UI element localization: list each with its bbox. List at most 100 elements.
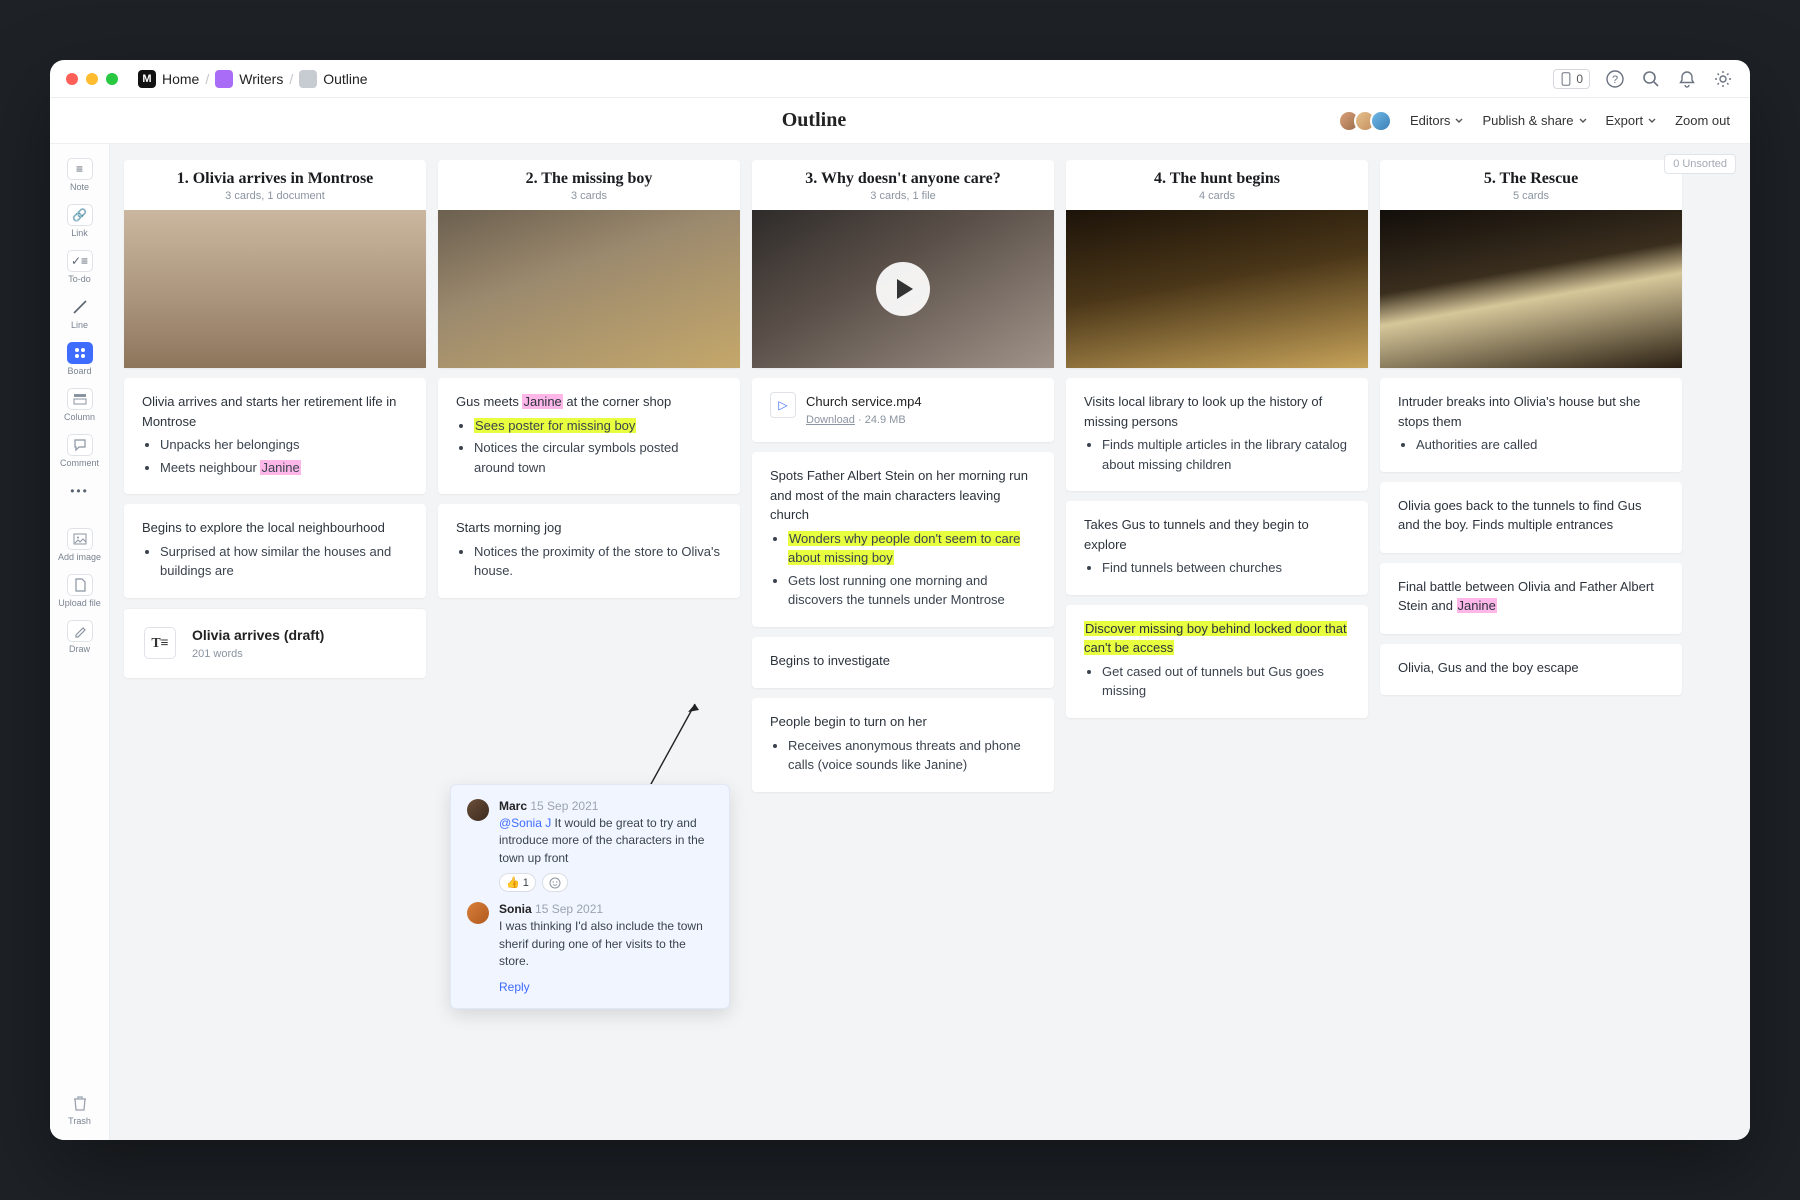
body: ≡Note 🔗Link ✓≡To-do Line Board Column Co… (50, 144, 1750, 1140)
crumb-home[interactable]: Home (162, 71, 199, 87)
card-text: Takes Gus to tunnels and they begin to e… (1084, 515, 1350, 554)
card-text: Begins to explore the local neighbourhoo… (142, 518, 408, 538)
maximize-window-button[interactable] (106, 73, 118, 85)
file-card[interactable]: ▷ Church service.mp4 Download · 24.9 MB (752, 378, 1054, 442)
publish-dropdown[interactable]: Publish & share (1482, 113, 1587, 128)
comment-text: I was thinking I'd also include the town… (499, 918, 713, 970)
note-card[interactable]: Begins to explore the local neighbourhoo… (124, 504, 426, 598)
export-dropdown[interactable]: Export (1606, 113, 1658, 128)
column-header[interactable]: 3. Why doesn't anyone care? 3 cards, 1 f… (752, 160, 1054, 368)
page-header: Outline Editors Publish & share Export Z… (50, 98, 1750, 144)
sidebar-tool-line[interactable]: Line (56, 292, 104, 334)
comment-panel[interactable]: Marc 15 Sep 2021 @Sonia J It would be gr… (450, 784, 730, 1009)
pencil-icon (67, 620, 93, 642)
board-column[interactable]: 5. The Rescue 5 cards Intruder breaks in… (1380, 160, 1682, 695)
chevron-down-icon (1578, 116, 1588, 126)
card-text: Olivia arrives and starts her retirement… (142, 392, 408, 431)
card-bullets: Sees poster for missing boyNotices the c… (456, 416, 722, 478)
reply-button[interactable]: Reply (499, 980, 713, 994)
note-card[interactable]: Gus meets Janine at the corner shopSees … (438, 378, 740, 494)
note-card[interactable]: Discover missing boy behind locked door … (1066, 605, 1368, 718)
close-window-button[interactable] (66, 73, 78, 85)
minimize-window-button[interactable] (86, 73, 98, 85)
note-card[interactable]: Final battle between Olivia and Father A… (1380, 563, 1682, 634)
note-card[interactable]: Spots Father Albert Stein on her morning… (752, 452, 1054, 627)
sidebar-add-image[interactable]: Add image (56, 524, 104, 566)
unsorted-badge[interactable]: 0 Unsorted (1664, 154, 1736, 174)
avatar (467, 902, 489, 924)
note-card[interactable]: Olivia goes back to the tunnels to find … (1380, 482, 1682, 553)
list-item: Authorities are called (1416, 435, 1664, 455)
crumb-outline[interactable]: Outline (323, 71, 367, 87)
sidebar-upload-file[interactable]: Upload file (56, 570, 104, 612)
titlebar: M Home / Writers / Outline 0 ? (50, 60, 1750, 98)
document-card[interactable]: T≡ Olivia arrives (draft) 201 words (124, 608, 426, 679)
list-item: Meets neighbour Janine (160, 458, 408, 478)
column-header[interactable]: 4. The hunt begins 4 cards (1066, 160, 1368, 368)
sidebar-tool-note[interactable]: ≡Note (56, 154, 104, 196)
sidebar-draw[interactable]: Draw (56, 616, 104, 658)
list-item: Unpacks her belongings (160, 435, 408, 455)
card-text: Starts morning jog (456, 518, 722, 538)
add-reaction-button[interactable] (542, 873, 568, 892)
note-card[interactable]: Visits local library to look up the hist… (1066, 378, 1368, 491)
column-header[interactable]: 1. Olivia arrives in Montrose 3 cards, 1… (124, 160, 426, 368)
bell-icon (1677, 69, 1697, 89)
card-bullets: Wonders why people don't seem to care ab… (770, 529, 1036, 610)
device-pill[interactable]: 0 (1553, 69, 1590, 89)
note-card[interactable]: Olivia, Gus and the boy escape (1380, 644, 1682, 696)
card-bullets: Get cased out of tunnels but Gus goes mi… (1084, 662, 1350, 701)
column-icon (67, 388, 93, 410)
download-link[interactable]: Download (806, 414, 855, 426)
sidebar-tool-board[interactable]: Board (56, 338, 104, 380)
column-header[interactable]: 2. The missing boy 3 cards (438, 160, 740, 368)
app-logo-icon[interactable]: M (138, 70, 156, 88)
card-text: Visits local library to look up the hist… (1084, 392, 1350, 431)
list-item: Surprised at how similar the houses and … (160, 542, 408, 581)
reaction-row: 👍 1 (499, 873, 713, 892)
zoom-out-button[interactable]: Zoom out (1675, 113, 1730, 128)
phone-icon (1560, 72, 1572, 86)
column-meta: 3 cards (452, 190, 726, 202)
note-card[interactable]: Starts morning jogNotices the proximity … (438, 504, 740, 598)
board-column[interactable]: 1. Olivia arrives in Montrose 3 cards, 1… (124, 160, 426, 678)
chevron-down-icon (1647, 116, 1657, 126)
sidebar-more[interactable]: ••• (56, 476, 104, 506)
board-column[interactable]: 3. Why doesn't anyone care? 3 cards, 1 f… (752, 160, 1054, 792)
play-file-icon: ▷ (770, 392, 796, 418)
more-icon: ••• (67, 480, 93, 502)
sidebar-tool-comment[interactable]: Comment (56, 430, 104, 472)
reaction-thumbsup[interactable]: 👍 1 (499, 873, 536, 892)
board-area[interactable]: 0 Unsorted 1. Olivia arrives in Montrose… (110, 144, 1750, 1140)
avatar (467, 799, 489, 821)
note-card[interactable]: Begins to investigate (752, 637, 1054, 689)
avatar-stack[interactable] (1338, 110, 1392, 132)
search-button[interactable] (1640, 68, 1662, 90)
note-card[interactable]: Intruder breaks into Olivia's house but … (1380, 378, 1682, 472)
editors-dropdown[interactable]: Editors (1410, 113, 1464, 128)
note-card[interactable]: People begin to turn on herReceives anon… (752, 698, 1054, 792)
settings-button[interactable] (1712, 68, 1734, 90)
doc-meta: 201 words (192, 646, 324, 663)
sidebar-trash[interactable]: Trash (56, 1088, 104, 1130)
crumb-writers[interactable]: Writers (239, 71, 283, 87)
sidebar-tool-link[interactable]: 🔗Link (56, 200, 104, 242)
board-column[interactable]: 4. The hunt begins 4 cards Visits local … (1066, 160, 1368, 718)
board-column[interactable]: 2. The missing boy 3 cards Gus meets Jan… (438, 160, 740, 598)
comment-icon (67, 434, 93, 456)
note-card[interactable]: Olivia arrives and starts her retirement… (124, 378, 426, 494)
notifications-button[interactable] (1676, 68, 1698, 90)
column-image (438, 210, 740, 368)
sidebar-tool-todo[interactable]: ✓≡To-do (56, 246, 104, 288)
column-title: 3. Why doesn't anyone care? (766, 170, 1040, 188)
file-meta: Download · 24.9 MB (806, 412, 922, 429)
card-bullets: Authorities are called (1398, 435, 1664, 455)
card-text: Final battle between Olivia and Father A… (1398, 577, 1664, 616)
help-button[interactable]: ? (1604, 68, 1626, 90)
column-meta: 5 cards (1394, 190, 1668, 202)
column-meta: 3 cards, 1 document (138, 190, 412, 202)
sidebar-tool-column[interactable]: Column (56, 384, 104, 426)
column-header[interactable]: 5. The Rescue 5 cards (1380, 160, 1682, 368)
note-card[interactable]: Takes Gus to tunnels and they begin to e… (1066, 501, 1368, 595)
column-image[interactable] (752, 210, 1054, 368)
